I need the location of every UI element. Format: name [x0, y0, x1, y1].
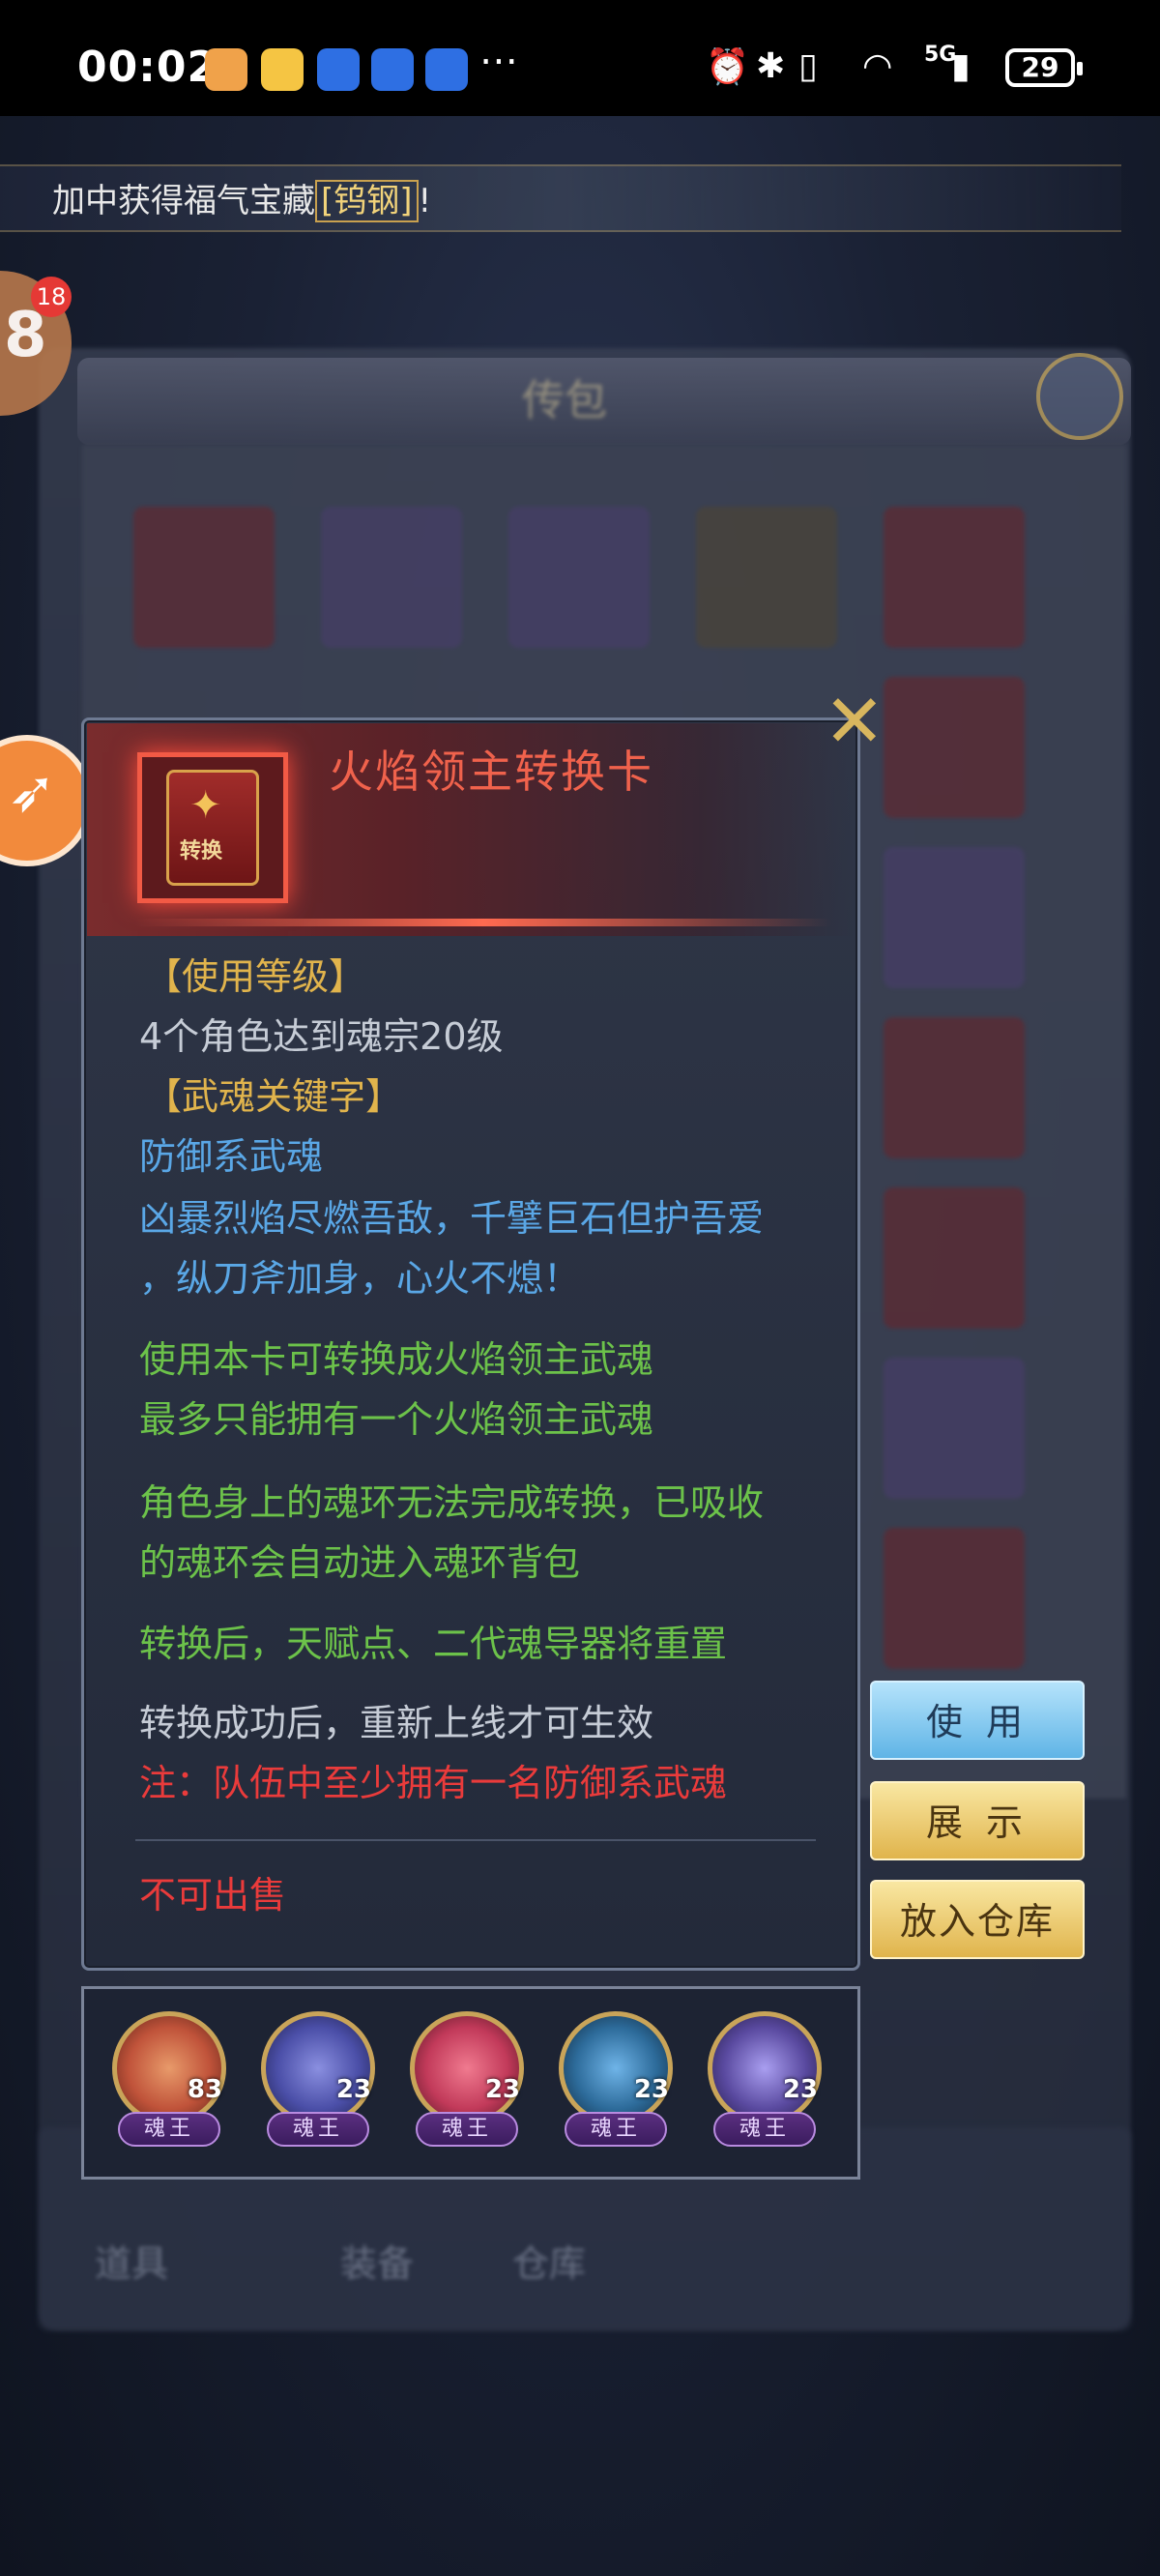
flavor-text-line2: ，纵刀斧加身，心火不熄！ — [139, 1257, 581, 1300]
bluetooth-icon: ✱ — [756, 46, 786, 86]
role-slot[interactable]: 23 魂王 — [702, 2011, 827, 2147]
status-bar: 00:02 ⋯ ⏰ ✱ ▯ ◠ 5G ▮ 29 — [0, 0, 1160, 116]
role-rank-badge: 魂王 — [267, 2112, 369, 2147]
bag-slot[interactable] — [884, 677, 1025, 818]
avatar — [708, 2011, 822, 2125]
level-requirement: 4个角色达到魂宗20级 — [139, 1015, 504, 1058]
role-slot[interactable]: 23 魂王 — [553, 2011, 679, 2147]
role-rank-badge: 魂王 — [416, 2112, 518, 2147]
bag-slot[interactable] — [508, 507, 650, 648]
role-level: 23 — [782, 2075, 818, 2104]
level-heading: 【使用等级】 — [145, 955, 366, 998]
role-slot[interactable]: 23 魂王 — [255, 2011, 381, 2147]
role-rank-badge: 魂王 — [118, 2112, 220, 2147]
tab-items[interactable]: 道具 — [95, 2234, 168, 2287]
clock: 00:02 — [77, 43, 218, 92]
bag-slot[interactable] — [884, 1017, 1025, 1158]
team-requirement-note: 注：队伍中至少拥有一名防御系武魂 — [139, 1762, 728, 1804]
flavor-text-line1: 凶暴烈焰尽燃吾敌，千擘巨石但护吾爱 — [139, 1197, 765, 1240]
tab-equipment[interactable]: 装备 — [340, 2234, 414, 2287]
alarm-icon: ⏰ — [706, 47, 749, 87]
divider — [135, 1839, 816, 1841]
role-rank-badge: 魂王 — [565, 2112, 667, 2147]
bag-close-button[interactable] — [1036, 353, 1123, 440]
close-icon[interactable]: ✕ — [824, 685, 885, 758]
avatar — [112, 2011, 226, 2125]
more-notifications-icon: ⋯ — [479, 39, 518, 83]
bag-slot[interactable] — [321, 507, 462, 648]
role-rank-badge: 魂王 — [713, 2112, 816, 2147]
header-divider-glow — [135, 919, 831, 926]
role-level: 83 — [187, 2075, 222, 2104]
app-notification-icon — [425, 48, 468, 91]
bag-slot[interactable] — [884, 847, 1025, 988]
item-name: 火焰领主转换卡 — [329, 746, 653, 798]
battery-indicator: 29 — [1005, 48, 1083, 87]
store-in-warehouse-button[interactable]: 放入仓库 — [870, 1880, 1085, 1959]
signal-icon: ▮ — [951, 46, 971, 86]
app-notification-icon — [317, 48, 360, 91]
wifi-icon: ◠ — [862, 46, 893, 86]
role-level: 23 — [335, 2075, 371, 2104]
tab-warehouse[interactable]: 仓库 — [512, 2234, 586, 2287]
show-button[interactable]: 展 示 — [870, 1781, 1085, 1860]
app-notification-icon — [371, 48, 414, 91]
bag-slot[interactable] — [884, 507, 1025, 648]
bag-slot[interactable] — [133, 507, 275, 648]
role-slot[interactable]: 23 魂王 — [404, 2011, 530, 2147]
effect-line2: 最多只能拥有一个火焰领主武魂 — [139, 1398, 654, 1441]
notification-count-badge: 18 — [31, 277, 72, 317]
broadcast-prefix: 加中获得福气宝藏 — [52, 182, 315, 220]
broadcast-text: 加中获得福气宝藏 [钨钢]! — [52, 174, 432, 222]
broadcast-suffix: ! — [418, 182, 432, 220]
bag-slot[interactable] — [884, 1358, 1025, 1499]
bag-title: 传包 — [522, 376, 607, 425]
use-button[interactable]: 使 用 — [870, 1681, 1085, 1760]
role-level: 23 — [484, 2075, 520, 2104]
flame-emblem-icon: ✦ — [189, 783, 222, 828]
ring-line1: 角色身上的魂环无法完成转换，已吸收 — [139, 1481, 765, 1524]
bag-slot[interactable] — [884, 1528, 1025, 1669]
role-level: 23 — [633, 2075, 669, 2104]
bag-slot[interactable] — [884, 1187, 1025, 1329]
relog-line: 转换成功后，重新上线才可生效 — [139, 1702, 654, 1744]
broadcast-highlight: [钨钢] — [315, 180, 419, 222]
bag-slot[interactable] — [696, 507, 837, 648]
ring-line2: 的魂环会自动进入魂环背包 — [139, 1541, 581, 1584]
rocket-icon: ➶ — [8, 758, 57, 826]
app-notification-icon — [205, 48, 247, 91]
vibrate-icon: ▯ — [798, 46, 818, 86]
role-slot[interactable]: 83 魂王 — [106, 2011, 232, 2147]
avatar — [410, 2011, 524, 2125]
not-sellable-label: 不可出售 — [139, 1874, 287, 1917]
reset-line: 转换后，天赋点、二代魂导器将重置 — [139, 1623, 728, 1665]
card-label: 转换 — [180, 839, 223, 864]
weibo-icon — [261, 48, 304, 91]
avatar — [261, 2011, 375, 2125]
effect-line1: 使用本卡可转换成火焰领主武魂 — [139, 1338, 654, 1381]
keyword-type: 防御系武魂 — [139, 1135, 324, 1178]
keyword-heading: 【武魂关键字】 — [145, 1075, 403, 1118]
avatar — [559, 2011, 673, 2125]
